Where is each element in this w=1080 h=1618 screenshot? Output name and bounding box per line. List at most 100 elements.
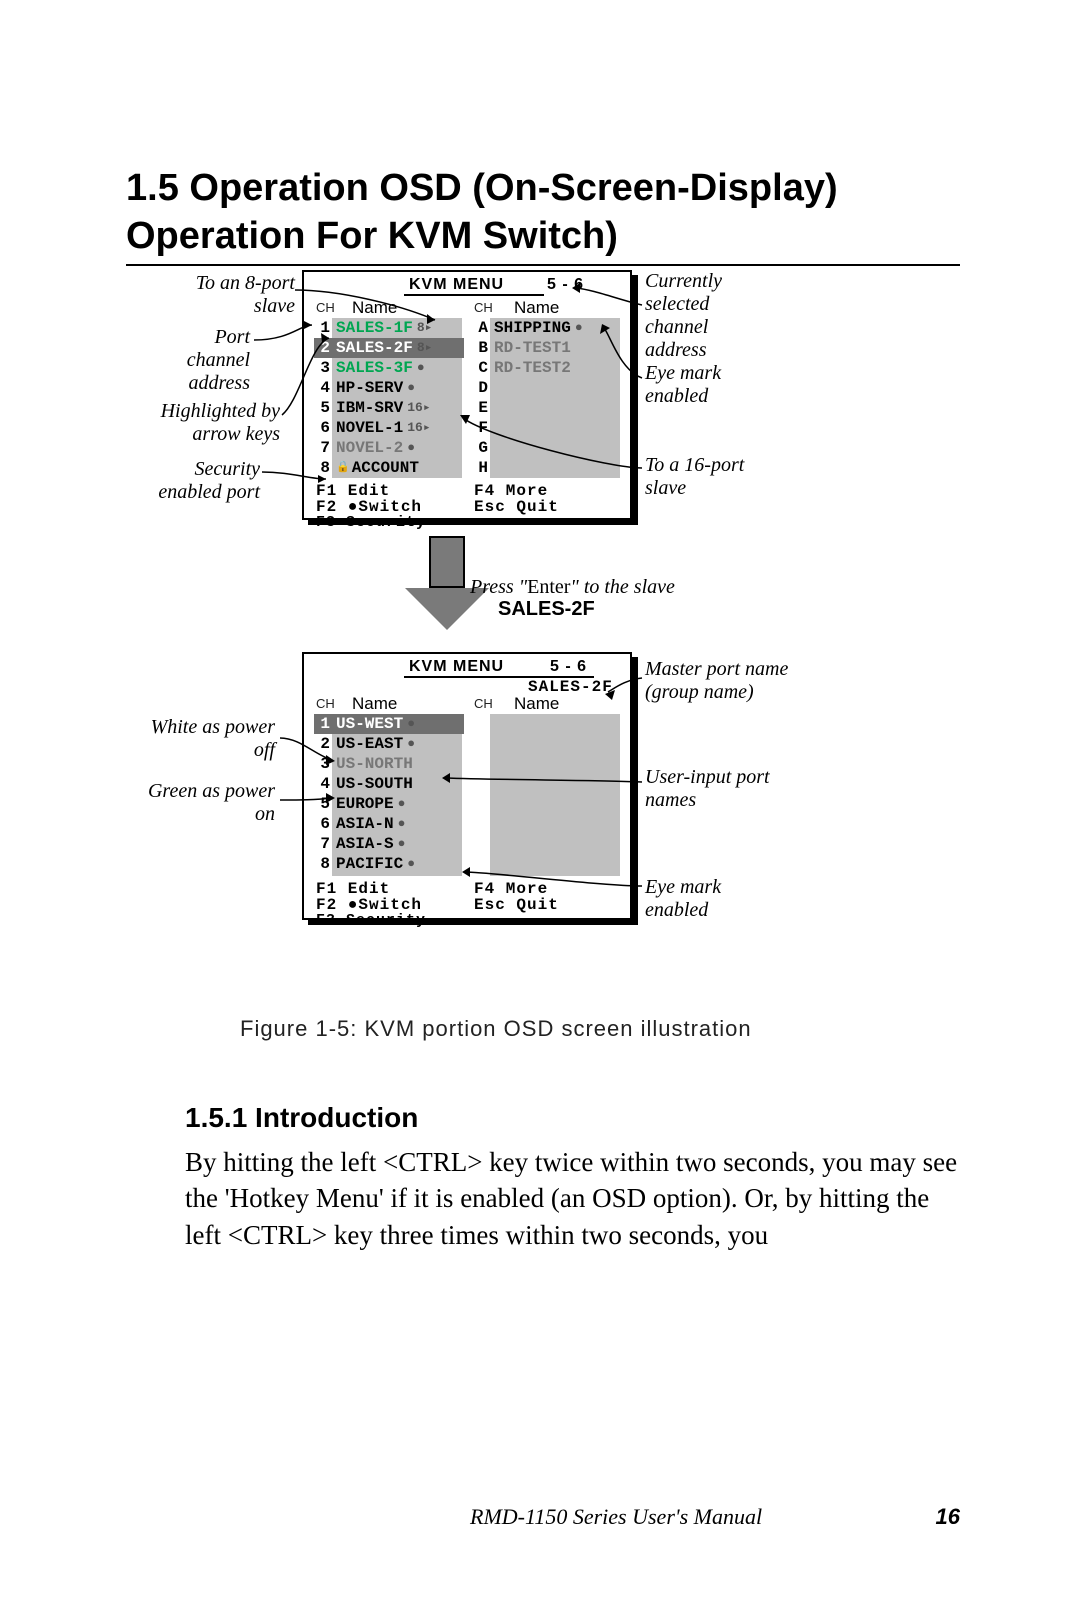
port-ch: 2 [314, 734, 330, 754]
port-name: US-SOUTH [336, 774, 413, 794]
port-mark-icon: ● [398, 794, 406, 814]
osd2-title: KVM MENU [409, 658, 504, 676]
port-name: US-WEST [336, 714, 403, 734]
port-row: 5IBM-SRV16▸ [314, 398, 464, 418]
osd2-name-r: Name [514, 694, 559, 714]
port-ch: C [472, 358, 488, 378]
port-mark-icon: ● [407, 854, 415, 874]
port-mark-icon: 16▸ [407, 398, 430, 418]
port-row: 8🔒ACCOUNT [314, 458, 464, 478]
osd1-left-col: 1SALES-1F8▸2SALES-2F8▸3SALES-3F●4HP-SERV… [314, 318, 464, 478]
callout-green: Green as power on [135, 780, 275, 826]
osd1-f3: F3 Security [316, 514, 426, 531]
callout-8port: To an 8-port slave [155, 272, 295, 318]
port-name: NOVEL-2 [336, 438, 403, 458]
manual-page: 1.5 Operation OSD (On-Screen-Display) Op… [0, 0, 1080, 1618]
port-row: E [472, 398, 622, 418]
port-ch: 5 [314, 398, 330, 418]
port-name: SALES-1F [336, 318, 413, 338]
lock-icon: 🔒 [336, 458, 350, 478]
port-row: A SHIPPING● [472, 318, 622, 338]
port-row: 2SALES-2F8▸ [314, 338, 464, 358]
port-mark-icon: ● [398, 834, 406, 854]
port-ch: B [472, 338, 488, 358]
osd1-name-l: Name [352, 298, 397, 318]
port-mark-icon: ● [575, 318, 583, 338]
port-name: HP-SERV [336, 378, 403, 398]
port-mark-icon: ● [398, 814, 406, 834]
port-row: 3SALES-3F● [314, 358, 464, 378]
port-ch: 3 [314, 754, 330, 774]
port-ch: 4 [314, 774, 330, 794]
port-ch: H [472, 458, 488, 478]
footer-manual: RMD-1150 Series User's Manual [470, 1504, 762, 1530]
port-row: 1US-WEST● [314, 714, 464, 734]
osd1-title-underline [404, 294, 544, 296]
osd2-esc: Esc Quit [474, 896, 559, 914]
port-row: 6ASIA-N● [314, 814, 464, 834]
port-row: 5EUROPE● [314, 794, 464, 814]
section-rule [126, 264, 960, 266]
port-ch: G [472, 438, 488, 458]
callout-eye1: Eye mark enabled [645, 362, 745, 408]
osd2-name-l: Name [352, 694, 397, 714]
press-1: Press " [470, 576, 527, 598]
port-ch: 7 [314, 438, 330, 458]
port-name: SHIPPING [494, 318, 571, 338]
port-name: SALES-2F [336, 338, 413, 358]
port-name: ASIA-N [336, 814, 394, 834]
port-row: F [472, 418, 622, 438]
port-row: 7 NOVEL-2● [314, 438, 464, 458]
callout-16port: To a 16-port slave [645, 454, 785, 500]
port-row: H [472, 458, 622, 478]
port-row: 3 US-NORTH [314, 754, 464, 774]
port-mark-icon: ● [417, 358, 425, 378]
port-ch: A [472, 318, 488, 338]
callout-security: Security enabled port [150, 458, 260, 504]
port-row: 4HP-SERV● [314, 378, 464, 398]
press-enter-note: Press "Enter" to the slave [470, 576, 675, 599]
osd2-ch-r: CH [474, 696, 493, 711]
port-row: 7ASIA-S● [314, 834, 464, 854]
port-mark-icon: ● [407, 378, 415, 398]
port-mark-icon: 16▸ [407, 418, 430, 438]
osd2-f3: F3 Security [316, 912, 426, 929]
osd1-title: KVM MENU [409, 276, 504, 294]
port-row: 4 US-SOUTH [314, 774, 464, 794]
callout-highlight: Highlighted by arrow keys [130, 400, 280, 446]
port-mark-icon: ● [407, 438, 415, 458]
press-3: " to the slave [570, 576, 674, 598]
osd1-right-col: A SHIPPING● B RD-TEST1 C RD-TEST2DEFGH [472, 318, 622, 478]
port-ch: 1 [314, 714, 330, 734]
intro-body: By hitting the left <CTRL> key twice wit… [185, 1144, 960, 1253]
port-name: RD-TEST2 [494, 358, 571, 378]
port-ch: 1 [314, 318, 330, 338]
port-ch: F [472, 418, 488, 438]
figure-caption: Figure 1-5: KVM portion OSD screen illus… [240, 1016, 752, 1042]
port-row: 6NOVEL-116▸ [314, 418, 464, 438]
press-enter: Enter [527, 576, 570, 598]
section-title: 1.5 Operation OSD (On-Screen-Display) Op… [126, 165, 960, 260]
port-ch: E [472, 398, 488, 418]
osd1-chaddr: 5 - 6 [547, 276, 584, 294]
port-ch: 6 [314, 418, 330, 438]
press-target: SALES-2F [498, 598, 595, 621]
callout-eye2: Eye mark enabled [645, 876, 765, 922]
callout-master: Master port name (group name) [645, 658, 795, 704]
port-name: RD-TEST1 [494, 338, 571, 358]
port-name: ASIA-S [336, 834, 394, 854]
port-ch: 3 [314, 358, 330, 378]
subsection-title: 1.5.1 Introduction [185, 1102, 418, 1134]
osd2: KVM MENU 5 - 6 SALES-2F CH Name CH Name … [302, 652, 632, 920]
callout-userinput: User-input port names [645, 766, 795, 812]
port-name: US-NORTH [336, 754, 413, 774]
port-name: PACIFIC [336, 854, 403, 874]
callout-curr-addr: Currently selected channel address [645, 270, 765, 362]
osd2-left-col: 1 US-WEST ● 2US-EAST●3 US-NORTH 4 US-SOUTH5EUR… [314, 714, 464, 874]
port-row: G [472, 438, 622, 458]
port-row: D [472, 378, 622, 398]
port-name: ACCOUNT [352, 458, 419, 478]
port-row: 2US-EAST● [314, 734, 464, 754]
osd1: KVM MENU 5 - 6 CH Name CH Name 1SALES-1F… [302, 270, 632, 520]
osd1-ch-r: CH [474, 300, 493, 315]
